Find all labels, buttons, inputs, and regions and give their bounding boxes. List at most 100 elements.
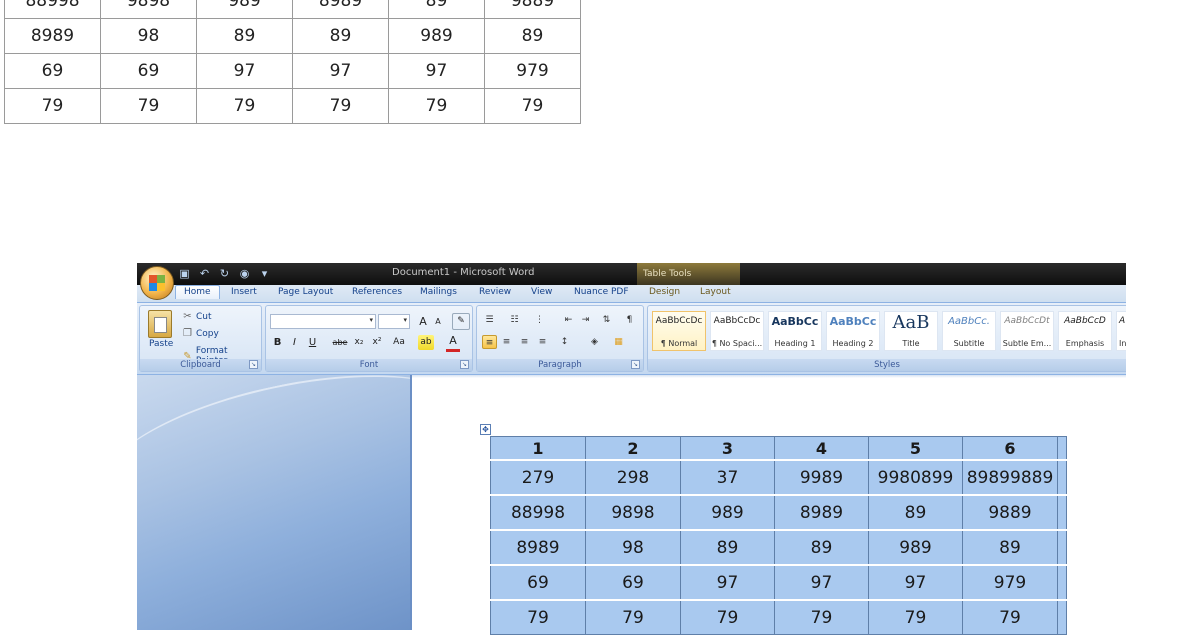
clipboard-dialog-launcher-icon[interactable]: ↘: [249, 360, 258, 369]
align-right-icon[interactable]: ≡: [517, 335, 532, 349]
paste-icon[interactable]: [148, 310, 172, 338]
table-header-cell[interactable]: 5: [868, 436, 963, 461]
style-heading-2[interactable]: AaBbCc Heading 2: [826, 311, 880, 351]
table-cell[interactable]: 69: [490, 564, 586, 601]
subscript-button[interactable]: x₂: [352, 335, 366, 350]
sort-icon[interactable]: ⇅: [599, 313, 614, 327]
table-cell[interactable]: 9980899: [868, 459, 963, 496]
table-cell: 989: [388, 18, 485, 54]
table-cell[interactable]: 79: [585, 599, 681, 635]
customize-toolbar-icon[interactable]: ▾: [257, 266, 272, 281]
style-emphasis[interactable]: AaBbCcD Emphasis: [1058, 311, 1112, 351]
table-header-cell[interactable]: 1: [490, 436, 586, 461]
print-preview-icon[interactable]: ◉: [237, 266, 252, 281]
font-dialog-launcher-icon[interactable]: ↘: [460, 360, 469, 369]
clear-formatting-icon[interactable]: ✎: [452, 313, 470, 330]
table-cell[interactable]: 97: [868, 564, 963, 601]
table-cell[interactable]: 97: [774, 564, 869, 601]
table-cell[interactable]: 89: [774, 529, 869, 566]
document-table[interactable]: 1 2 3 4 5 6 279 298 37 9989 9980899 89899889 88998 98…: [490, 436, 1067, 635]
table-cell[interactable]: 989: [868, 529, 963, 566]
justify-icon[interactable]: ≡: [535, 335, 550, 349]
table-cell[interactable]: 89: [962, 529, 1058, 566]
style-normal[interactable]: AaBbCcDc ¶ Normal: [652, 311, 706, 351]
table-cell[interactable]: 89: [868, 494, 963, 531]
bullets-icon[interactable]: ☰: [482, 313, 497, 327]
table-cell[interactable]: 89899889: [962, 459, 1058, 496]
tab-references[interactable]: References: [352, 287, 402, 297]
table-header-cell[interactable]: 2: [585, 436, 681, 461]
font-size-combo[interactable]: ▾: [378, 314, 410, 329]
style-subtle-emphasis[interactable]: AaBbCcDt Subtle Em...: [1000, 311, 1054, 351]
table-cell[interactable]: 88998: [490, 494, 586, 531]
save-icon[interactable]: ▣: [177, 266, 192, 281]
table-cell[interactable]: 97: [680, 564, 775, 601]
paste-button[interactable]: Paste: [149, 339, 173, 349]
italic-button[interactable]: I: [288, 335, 301, 350]
font-name-combo[interactable]: ▾: [270, 314, 376, 329]
table-cell[interactable]: 979: [962, 564, 1058, 601]
style-intense[interactable]: A In: [1116, 311, 1126, 351]
redo-icon[interactable]: ↻: [217, 266, 232, 281]
strikethrough-button[interactable]: abe: [332, 335, 348, 350]
table-move-handle-icon[interactable]: ✥: [480, 424, 491, 435]
table-header-cell[interactable]: 4: [774, 436, 869, 461]
table-cell[interactable]: 9989: [774, 459, 869, 496]
style-no-spacing[interactable]: AaBbCcDc ¶ No Spaci...: [710, 311, 764, 351]
table-cell[interactable]: 89: [680, 529, 775, 566]
cut-button[interactable]: ✂ Cut: [182, 311, 211, 322]
tab-home[interactable]: Home: [175, 285, 220, 299]
table-cell[interactable]: 79: [490, 599, 586, 635]
table-cell[interactable]: 69: [585, 564, 681, 601]
table-cell[interactable]: 9889: [962, 494, 1058, 531]
align-center-icon[interactable]: ≡: [499, 335, 514, 349]
table-cell[interactable]: 8989: [490, 529, 586, 566]
style-title[interactable]: AaB Title: [884, 311, 938, 351]
office-button[interactable]: [140, 266, 174, 300]
tab-view[interactable]: View: [531, 287, 552, 297]
font-color-icon[interactable]: A: [446, 334, 460, 352]
tab-design[interactable]: Design: [649, 287, 680, 297]
shrink-font-button[interactable]: A: [431, 314, 445, 329]
table-header-cell[interactable]: 3: [680, 436, 775, 461]
tab-insert[interactable]: Insert: [231, 287, 257, 297]
underline-button[interactable]: U: [306, 335, 319, 350]
copy-button[interactable]: ❐ Copy: [182, 328, 219, 339]
tab-review[interactable]: Review: [479, 287, 511, 297]
tab-layout[interactable]: Layout: [700, 287, 731, 297]
table-cell[interactable]: 37: [680, 459, 775, 496]
undo-icon[interactable]: ↶: [197, 266, 212, 281]
table-cell[interactable]: 79: [868, 599, 963, 635]
decrease-indent-icon[interactable]: ⇤: [561, 313, 576, 327]
table-cell[interactable]: 9898: [585, 494, 681, 531]
paragraph-dialog-launcher-icon[interactable]: ↘: [631, 360, 640, 369]
grow-font-button[interactable]: A: [416, 314, 430, 329]
table-cell[interactable]: 79: [962, 599, 1058, 635]
table-cell[interactable]: 98: [585, 529, 681, 566]
show-formatting-icon[interactable]: ¶: [622, 313, 637, 327]
align-left-icon[interactable]: ≡: [482, 335, 497, 349]
table-header-cell[interactable]: 6: [962, 436, 1058, 461]
borders-icon[interactable]: ▦: [611, 335, 626, 349]
style-heading-1[interactable]: AaBbCc Heading 1: [768, 311, 822, 351]
style-subtitle[interactable]: AaBbCc. Subtitle: [942, 311, 996, 351]
multilevel-list-icon[interactable]: ⋮: [532, 313, 547, 327]
tab-mailings[interactable]: Mailings: [420, 287, 457, 297]
table-cell[interactable]: 79: [680, 599, 775, 635]
table-cell[interactable]: 279: [490, 459, 586, 496]
bold-button[interactable]: B: [271, 335, 284, 350]
style-name: ¶ Normal: [660, 339, 698, 348]
table-cell[interactable]: 989: [680, 494, 775, 531]
highlight-icon[interactable]: ab: [418, 335, 434, 350]
shading-icon[interactable]: ◈: [587, 335, 602, 349]
change-case-button[interactable]: Aa: [390, 335, 408, 350]
table-cell[interactable]: 8989: [774, 494, 869, 531]
numbering-icon[interactable]: ☷: [507, 313, 522, 327]
table-cell[interactable]: 298: [585, 459, 681, 496]
tab-page-layout[interactable]: Page Layout: [278, 287, 333, 297]
superscript-button[interactable]: x²: [370, 335, 384, 350]
line-spacing-icon[interactable]: ↕: [557, 335, 572, 349]
increase-indent-icon[interactable]: ⇥: [578, 313, 593, 327]
tab-nuance-pdf[interactable]: Nuance PDF: [574, 287, 629, 297]
table-cell[interactable]: 79: [774, 599, 869, 635]
